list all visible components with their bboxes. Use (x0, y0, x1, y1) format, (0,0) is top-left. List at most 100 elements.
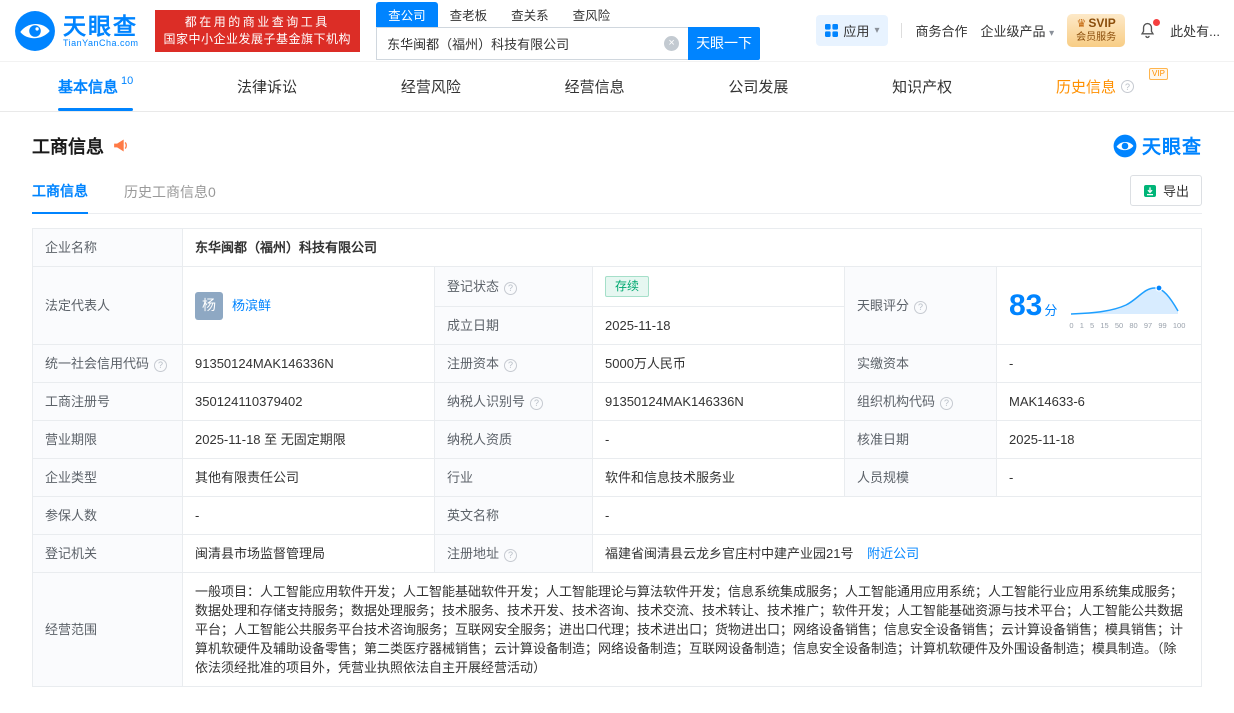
score-ticks: 0 1 5 15 50 80 97 99 100 (1067, 322, 1187, 330)
tab-legal-proceedings[interactable]: 法律诉讼 (237, 62, 297, 111)
business-info-table: 企业名称 东华闽都（福州）科技有限公司 法定代表人 杨 杨滨鲜 登记状态? (32, 228, 1202, 687)
logo-subtitle: TianYanCha.com (63, 38, 139, 48)
main-content: 工商信息 天眼查 工商信息 历史工商信息0 (0, 112, 1234, 713)
logo-text: 天眼查 TianYanCha.com (63, 14, 139, 48)
apps-menu[interactable]: 应用 ▾ (816, 15, 888, 46)
search-tab-boss[interactable]: 查老板 (438, 2, 500, 27)
table-row: 工商注册号 350124110379402 纳税人识别号? 91350124MA… (33, 383, 1202, 421)
tab-basic-info[interactable]: 基本信息 10 (58, 62, 133, 111)
nearby-companies-link[interactable]: 附近公司 (867, 546, 919, 561)
table-row: 企业名称 东华闽都（福州）科技有限公司 (33, 229, 1202, 267)
clear-search-icon[interactable]: × (664, 36, 679, 51)
reg-number-label: 工商注册号 (33, 383, 183, 421)
business-scope-value: 一般项目：人工智能应用软件开发；人工智能基础软件开发；人工智能理论与算法软件开发… (183, 573, 1202, 687)
vip-badge: VIP (1149, 68, 1168, 80)
tianyancha-logo-icon (14, 10, 56, 52)
export-label: 导出 (1163, 181, 1189, 200)
subtab-business-registration[interactable]: 工商信息 (32, 181, 88, 214)
user-menu[interactable]: 此处有... (1170, 21, 1220, 40)
tianyancha-logo[interactable]: 天眼查 TianYanCha.com (14, 10, 139, 52)
svip-member-badge[interactable]: ♛SVIP 会员服务 (1067, 14, 1125, 47)
status-badge: 存续 (605, 276, 649, 297)
org-code-label-cell: 组织机构代码? (845, 383, 997, 421)
announcement-icon (112, 137, 129, 154)
export-icon (1143, 184, 1157, 198)
search-tab-relation[interactable]: 查关系 (499, 2, 561, 27)
help-icon[interactable]: ? (530, 397, 543, 410)
table-row: 登记机关 闽清县市场监督管理局 注册地址? 福建省闽清县云龙乡官庄村中建产业园2… (33, 535, 1202, 573)
tab-intellectual-property[interactable]: 知识产权 (892, 62, 952, 111)
search-input[interactable] (376, 27, 688, 60)
company-type-label: 企业类型 (33, 459, 183, 497)
legal-rep-avatar[interactable]: 杨 (195, 292, 223, 320)
company-name-label: 企业名称 (33, 229, 183, 267)
staff-size-label: 人员规模 (845, 459, 997, 497)
approval-date-label: 核准日期 (845, 421, 997, 459)
subtabs-row: 工商信息 历史工商信息0 导出 (32, 175, 1202, 214)
credit-code-value: 91350124MAK146336N (183, 345, 435, 383)
crown-icon: ♛ (1077, 18, 1087, 30)
help-icon[interactable]: ? (504, 282, 517, 295)
search-row: × 天眼一下 (376, 27, 760, 60)
business-coop-link[interactable]: 商务合作 (915, 21, 967, 40)
table-row: 统一社会信用代码? 91350124MAK146336N 注册资本? 5000万… (33, 345, 1202, 383)
industry-label: 行业 (435, 459, 593, 497)
company-name-value: 东华闽都（福州）科技有限公司 (183, 229, 1202, 267)
reg-capital-value: 5000万人民币 (593, 345, 845, 383)
legal-rep-cell: 杨 杨滨鲜 (183, 267, 435, 345)
staff-size-value: - (997, 459, 1202, 497)
tab-business-risk[interactable]: 经营风险 (401, 62, 461, 111)
top-header: 天眼查 TianYanCha.com 都在用的商业查询工具 国家中小企业发展子基… (0, 0, 1234, 62)
business-scope-label: 经营范围 (33, 573, 183, 687)
taxpayer-id-label-cell: 纳税人识别号? (435, 383, 593, 421)
score-label-cell: 天眼评分? (845, 267, 997, 345)
enterprise-products-label: 企业级产品 (980, 24, 1045, 39)
business-term-label: 营业期限 (33, 421, 183, 459)
enterprise-products-menu[interactable]: 企业级产品 ▾ (980, 21, 1054, 40)
search-button[interactable]: 天眼一下 (688, 27, 760, 60)
promo-line-2: 国家中小企业发展子基金旗下机构 (164, 31, 352, 48)
help-icon[interactable]: ? (914, 301, 927, 314)
search-tab-company[interactable]: 查公司 (376, 2, 438, 27)
score-tick: 97 (1144, 322, 1152, 330)
subtab-history-business-registration[interactable]: 历史工商信息0 (124, 182, 216, 213)
svip-sublabel: 会员服务 (1076, 31, 1116, 44)
score-curve-chart (1067, 281, 1187, 317)
help-icon[interactable]: ? (154, 359, 167, 372)
help-icon[interactable]: ? (1121, 80, 1134, 93)
section-title: 工商信息 (32, 133, 104, 159)
tab-history-info[interactable]: 历史信息 ? VIP (1056, 62, 1176, 111)
tab-basic-info-label: 基本信息 (58, 76, 118, 97)
logo-title: 天眼查 (63, 14, 139, 38)
tab-business-info[interactable]: 经营信息 (565, 62, 625, 111)
notifications-bell[interactable] (1138, 21, 1157, 40)
search-tab-risk[interactable]: 查风险 (561, 2, 623, 27)
table-row: 参保人数 - 英文名称 - (33, 497, 1202, 535)
table-row: 经营范围 一般项目：人工智能应用软件开发；人工智能基础软件开发；人工智能理论与算… (33, 573, 1202, 687)
reg-status-label-cell: 登记状态? (435, 267, 593, 307)
reg-number-value: 350124110379402 (183, 383, 435, 421)
help-icon[interactable]: ? (504, 359, 517, 372)
notification-dot (1153, 19, 1160, 26)
reg-address-cell: 福建省闽清县云龙乡官庄村中建产业园21号 附近公司 (593, 535, 1202, 573)
page: 天眼查 TianYanCha.com 都在用的商业查询工具 国家中小企业发展子基… (0, 0, 1234, 713)
business-term-value: 2025-11-18 至 无固定期限 (183, 421, 435, 459)
help-icon[interactable]: ? (940, 397, 953, 410)
taxpayer-id-value: 91350124MAK146336N (593, 383, 845, 421)
legal-rep-name-link[interactable]: 杨滨鲜 (232, 296, 271, 315)
score-tick: 15 (1100, 322, 1108, 330)
score-tick: 80 (1129, 322, 1137, 330)
tab-company-development[interactable]: 公司发展 (728, 62, 788, 111)
company-type-value: 其他有限责任公司 (183, 459, 435, 497)
section-header: 工商信息 天眼查 (32, 132, 1202, 159)
help-icon[interactable]: ? (504, 549, 517, 562)
establish-date-value: 2025-11-18 (593, 307, 845, 345)
score-tick: 99 (1158, 322, 1166, 330)
score-tick: 5 (1090, 322, 1094, 330)
paid-capital-value: - (997, 345, 1202, 383)
chevron-down-icon: ▾ (1049, 28, 1054, 39)
export-button[interactable]: 导出 (1130, 175, 1202, 206)
insured-count-value: - (183, 497, 435, 535)
approval-date-value: 2025-11-18 (997, 421, 1202, 459)
apps-label: 应用 (843, 21, 869, 40)
